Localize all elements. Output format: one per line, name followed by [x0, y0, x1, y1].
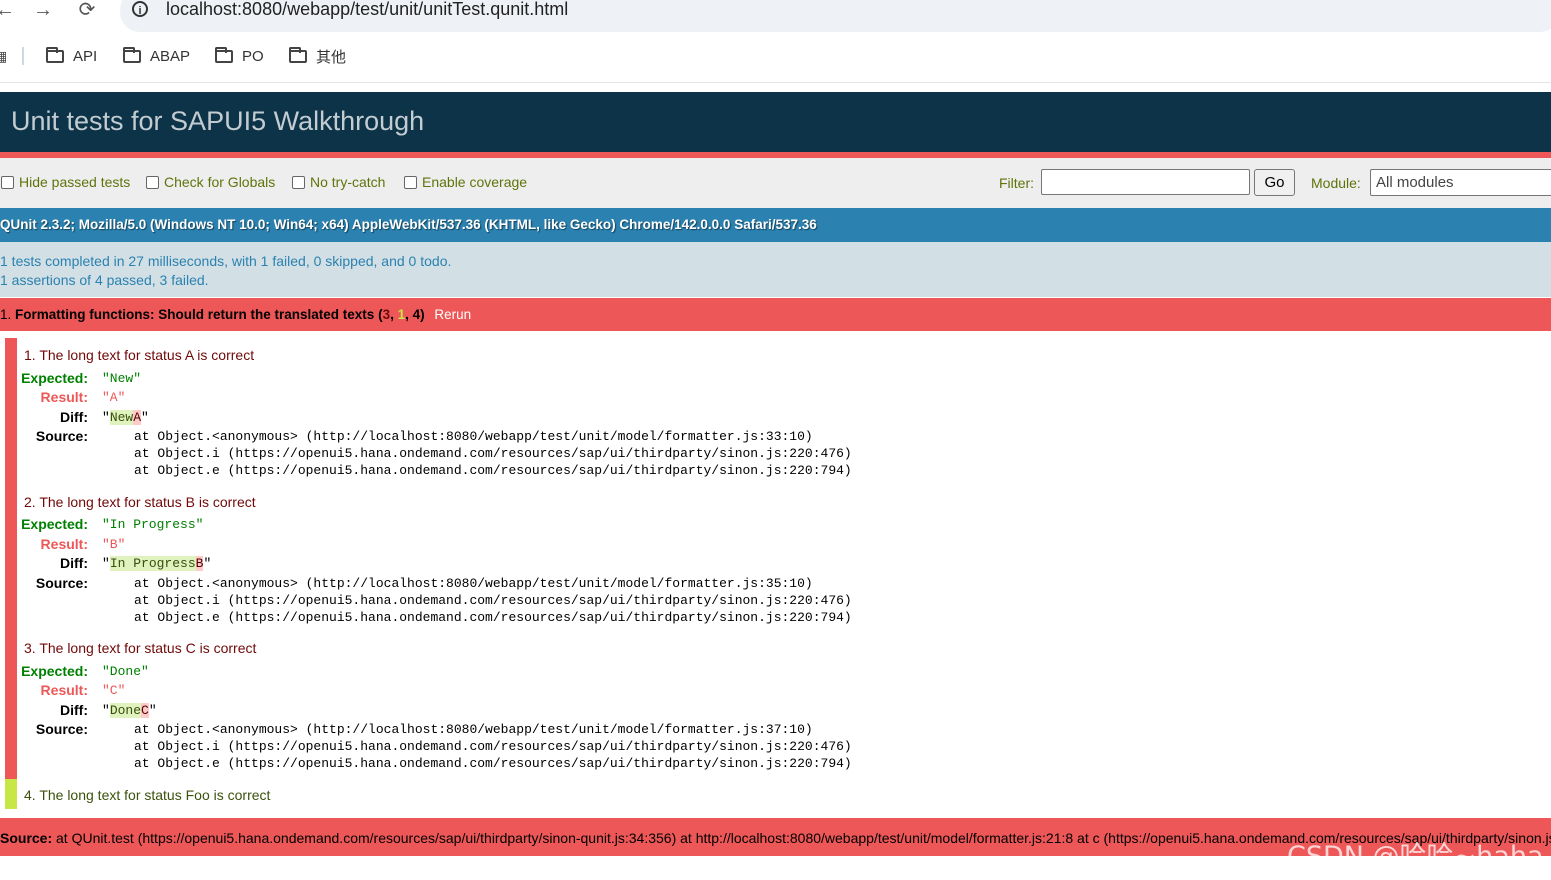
diff-label: Diff:: [60, 555, 88, 571]
source-line: at Object.i (https://openui5.hana.ondema…: [134, 446, 852, 461]
diff-delete: C: [141, 703, 149, 718]
expected-label: Expected:: [21, 516, 88, 532]
total-count: 4: [412, 307, 421, 322]
watermark: CSDN @哈哈~haha: [1287, 841, 1544, 872]
test-heading[interactable]: 1. Formatting functions: Should return t…: [0, 298, 1551, 331]
result-label: Result:: [40, 536, 88, 552]
folder-icon: [215, 46, 233, 63]
back-icon[interactable]: ←: [0, 0, 16, 22]
result-value: "A": [102, 390, 126, 405]
source-line: at Object.e (https://openui5.hana.ondema…: [134, 756, 852, 771]
filter-label: Filter:: [999, 175, 1034, 191]
assertion-list: 1. The long text for status A is correct…: [0, 331, 1551, 818]
diff-label: Diff:: [60, 702, 88, 718]
result-value: "B": [102, 537, 126, 552]
source-label: Source:: [0, 830, 53, 846]
source-label: Source:: [35, 575, 88, 591]
bookmark-label: PO: [242, 47, 264, 65]
pass-indicator-bar: [5, 779, 17, 809]
assertion-title: 1. The long text for status A is correct: [24, 347, 255, 363]
folder-icon: [46, 46, 64, 63]
source-line: at Object.<anonymous> (http://localhost:…: [134, 576, 813, 591]
bookmark-abap[interactable]: ABAP: [123, 46, 190, 66]
checkbox-box[interactable]: [292, 175, 305, 189]
bookmark-label: 其他: [316, 48, 347, 66]
diff-value: "In ProgressB": [102, 556, 212, 571]
diff-insert: New: [109, 410, 134, 425]
bookmark-label: API: [73, 47, 98, 65]
passed-count: 1: [397, 307, 406, 322]
bookmarks-bar: ▦ API ABAP PO 其他: [0, 42, 1551, 70]
bookmarks-separator: [22, 47, 24, 65]
source-line: at Object.<anonymous> (http://localhost:…: [134, 722, 813, 737]
result-label: Result:: [40, 389, 88, 405]
source-label: Source:: [35, 721, 88, 737]
folder-icon: [289, 46, 307, 63]
bookmark-label: ABAP: [150, 47, 191, 65]
diff-value: "DoneC": [102, 703, 157, 718]
source-line: at Object.i (https://openui5.hana.ondema…: [134, 739, 852, 754]
source-line: at Object.i (https://openui5.hana.ondema…: [134, 593, 852, 608]
address-bar[interactable]: i localhost:8080/webapp/test/unit/unitTe…: [120, 0, 1551, 32]
rerun-link[interactable]: Rerun: [434, 307, 471, 322]
assertion-title: 2. The long text for status B is correct: [24, 494, 256, 510]
checkbox-label: Hide passed tests: [19, 174, 131, 190]
module-label: Module:: [1311, 175, 1361, 191]
no-try-catch-checkbox[interactable]: No try-catch: [292, 174, 385, 190]
expected-value: "Done": [102, 664, 149, 679]
bookmark-po[interactable]: PO: [215, 46, 264, 66]
expected-label: Expected:: [21, 663, 88, 679]
apps-icon[interactable]: ▦: [0, 48, 7, 65]
source-line: at Object.e (https://openui5.hana.ondema…: [134, 463, 852, 478]
enable-coverage-checkbox[interactable]: Enable coverage: [404, 174, 527, 190]
expected-label: Expected:: [21, 370, 88, 386]
diff-insert: In Progress: [109, 556, 196, 571]
qunit-toolbar: Hide passed tests Check for Globals No t…: [0, 158, 1551, 208]
user-agent-banner: QUnit 2.3.2; Mozilla/5.0 (Windows NT 10.…: [0, 208, 1551, 242]
bookmark-api[interactable]: API: [46, 46, 97, 66]
checkbox-label: Enable coverage: [422, 174, 528, 190]
assertion-title: 3. The long text for status C is correct: [24, 640, 257, 656]
expected-value: "In Progress": [102, 517, 204, 532]
result-value: "C": [102, 683, 126, 698]
test-name[interactable]: Formatting functions: Should return the …: [15, 307, 374, 322]
source-line: at Object.<anonymous> (http://localhost:…: [134, 429, 813, 444]
checkbox-box[interactable]: [146, 175, 159, 189]
checkbox-label: No try-catch: [310, 174, 386, 190]
test-index: 1.: [0, 307, 12, 322]
result-label: Result:: [40, 682, 88, 698]
diff-label: Diff:: [60, 409, 88, 425]
diff-value: "NewA": [102, 410, 149, 425]
diff-insert: Done: [109, 703, 142, 718]
address-url[interactable]: localhost:8080/webapp/test/unit/unitTest…: [166, 0, 568, 20]
source-line: at Object.e (https://openui5.hana.ondema…: [134, 610, 852, 625]
page-title[interactable]: Unit tests for SAPUI5 Walkthrough: [11, 106, 424, 137]
summary-line: 1 assertions of 4 passed, 3 failed.: [0, 272, 209, 288]
module-select[interactable]: All modules: [1370, 169, 1551, 196]
filter-input[interactable]: [1041, 169, 1250, 195]
check-globals-checkbox[interactable]: Check for Globals: [146, 174, 275, 190]
checkbox-box[interactable]: [1, 175, 14, 189]
hide-passed-checkbox[interactable]: Hide passed tests: [1, 174, 130, 190]
go-button[interactable]: Go: [1254, 169, 1295, 196]
assertion-title-passed: 4. The long text for status Foo is corre…: [24, 787, 271, 803]
expected-value: "New": [102, 371, 142, 386]
reload-icon[interactable]: ⟳: [76, 0, 98, 22]
browser-chrome: ← → ⟳ i localhost:8080/webapp/test/unit/…: [0, 0, 1551, 83]
site-info-icon[interactable]: i: [132, 1, 148, 17]
diff-delete: A: [133, 410, 142, 425]
qunit-header: Unit tests for SAPUI5 Walkthrough: [0, 92, 1551, 158]
failed-count: 3: [382, 307, 391, 322]
source-label: Source:: [35, 428, 88, 444]
summary-line: 1 tests completed in 27 milliseconds, wi…: [0, 253, 452, 269]
checkbox-box[interactable]: [404, 175, 417, 189]
test-summary: 1 tests completed in 27 milliseconds, wi…: [0, 242, 1551, 298]
bookmark-other[interactable]: 其他: [289, 46, 346, 66]
checkbox-label: Check for Globals: [164, 174, 276, 190]
forward-icon[interactable]: →: [32, 0, 54, 22]
folder-icon: [123, 46, 141, 63]
